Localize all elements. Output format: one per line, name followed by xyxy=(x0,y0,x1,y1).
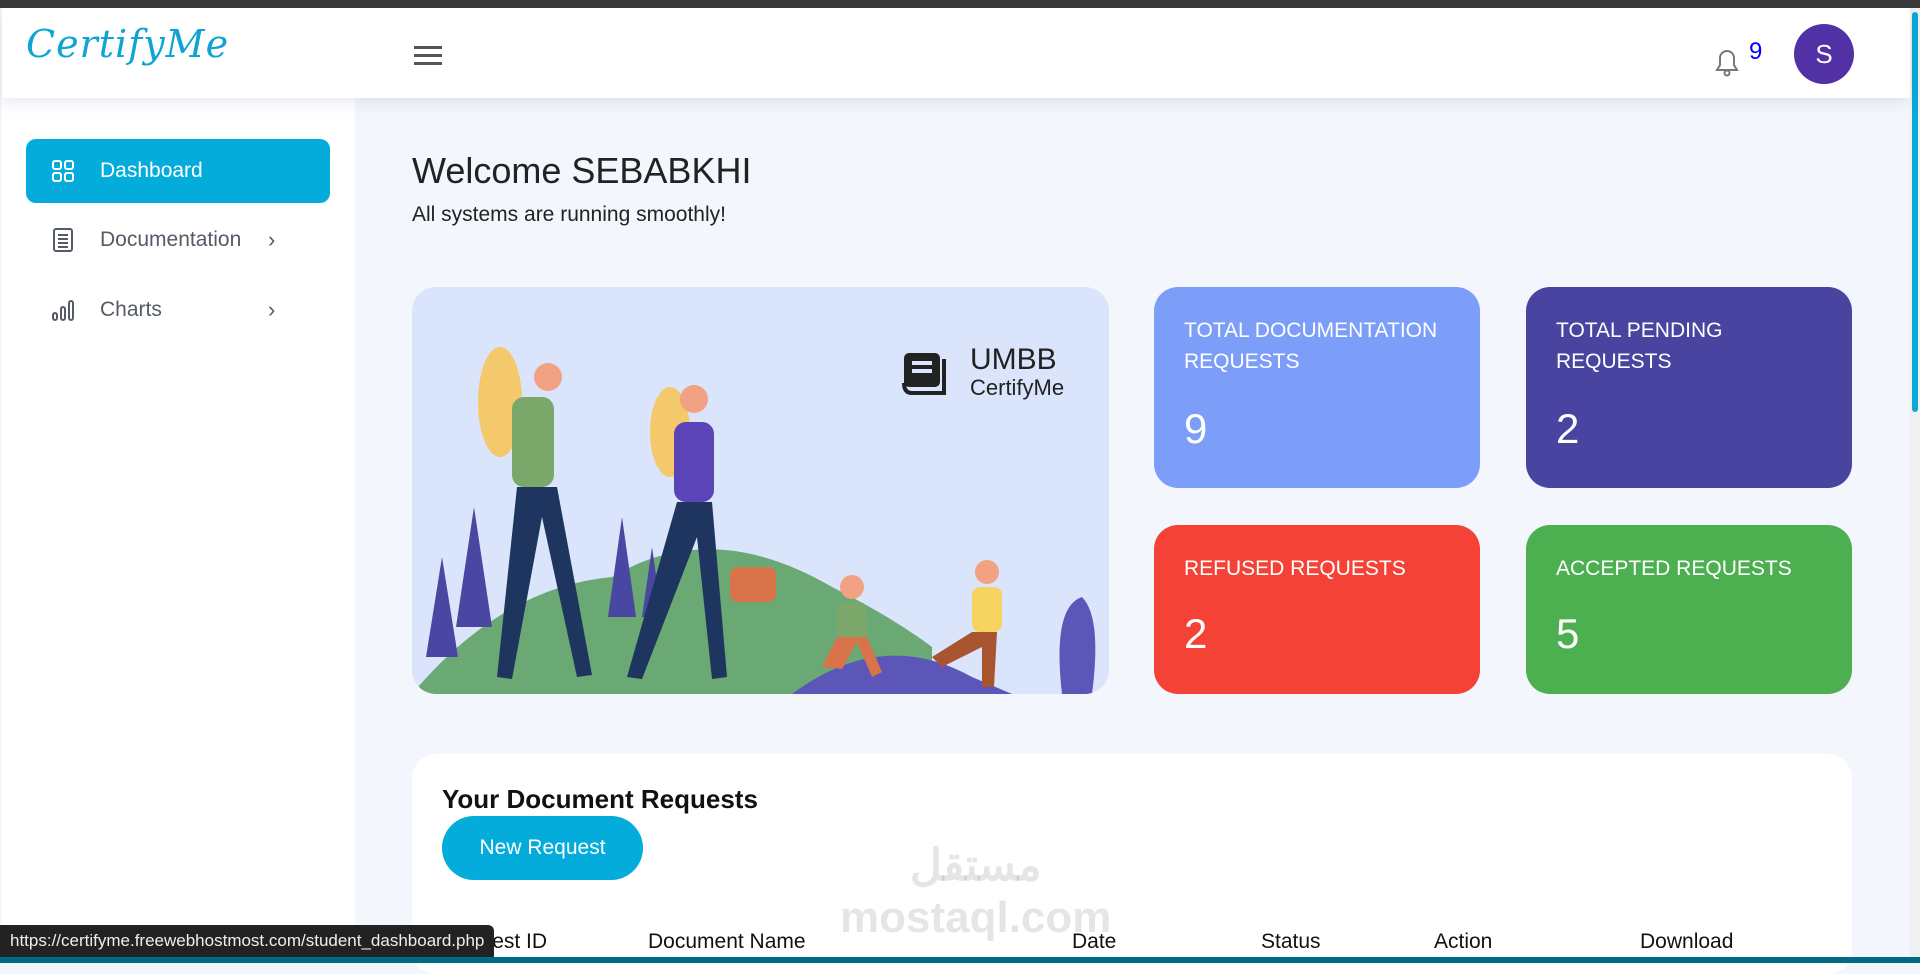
book-icon xyxy=(902,353,946,395)
stat-card-refused-requests[interactable]: REFUSED REQUESTS 2 xyxy=(1154,525,1480,694)
sidebar-item-label: Documentation xyxy=(100,228,242,251)
banner-brand-title: UMBB xyxy=(970,343,1057,376)
sidebar-item-dashboard[interactable]: Dashboard xyxy=(26,139,330,203)
chevron-right-icon: › xyxy=(268,297,276,322)
welcome-banner: UMBB CertifyMe xyxy=(412,287,1109,694)
stat-card-total-requests[interactable]: TOTAL DOCUMENTATION REQUESTS 9 xyxy=(1154,287,1480,488)
logo[interactable]: CertifyMe xyxy=(26,22,229,66)
bell-icon[interactable] xyxy=(1712,46,1742,78)
chevron-right-icon: › xyxy=(268,227,276,252)
sidebar-item-label: Charts xyxy=(100,298,162,321)
stat-value: 2 xyxy=(1556,405,1580,452)
stat-value: 2 xyxy=(1184,610,1208,657)
document-icon xyxy=(50,227,76,253)
column-header-status[interactable]: Status xyxy=(1261,930,1321,954)
page-title: Welcome SEBABKHI xyxy=(412,150,752,191)
section-title: Your Document Requests xyxy=(442,784,758,814)
column-header-document-name[interactable]: Document Name xyxy=(648,930,806,954)
link-status-tooltip: https://certifyme.freewebhostmost.com/st… xyxy=(0,925,495,957)
bar-chart-icon xyxy=(50,299,76,321)
header: CertifyMe 9 S xyxy=(2,8,1910,98)
menu-toggle-button[interactable] xyxy=(414,46,442,66)
stat-card-pending-requests[interactable]: TOTAL PENDING REQUESTS 2 xyxy=(1526,287,1852,488)
sidebar: Dashboard Documentation › Charts › xyxy=(2,98,355,963)
new-request-button[interactable]: New Request xyxy=(442,816,643,880)
scrollbar[interactable] xyxy=(1910,8,1920,963)
page-subtitle: All systems are running smoothly! xyxy=(412,203,726,226)
bottom-bar xyxy=(0,957,1920,963)
stat-label: TOTAL DOCUMENTATION REQUESTS xyxy=(1184,319,1438,373)
column-header-download[interactable]: Download xyxy=(1640,930,1733,954)
banner-brand: UMBB CertifyMe xyxy=(900,345,1064,401)
document-requests-panel: Your Document Requests New Request Reque… xyxy=(412,754,1852,974)
watermark: مستقل mostaql.com xyxy=(840,841,1112,942)
stat-value: 9 xyxy=(1184,405,1208,452)
grid-icon xyxy=(50,159,76,183)
banner-brand-subtitle: CertifyMe xyxy=(970,375,1065,400)
sidebar-item-charts[interactable]: Charts › xyxy=(26,278,330,342)
column-header-action[interactable]: Action xyxy=(1434,930,1492,954)
stat-label: ACCEPTED REQUESTS xyxy=(1556,557,1792,580)
window-top-bar xyxy=(0,0,1920,8)
notification-count[interactable]: 9 xyxy=(1749,38,1762,66)
stat-card-accepted-requests[interactable]: ACCEPTED REQUESTS 5 xyxy=(1526,525,1852,694)
stat-label: REFUSED REQUESTS xyxy=(1184,557,1406,580)
stat-value: 5 xyxy=(1556,610,1580,657)
sidebar-item-label: Dashboard xyxy=(100,159,203,182)
avatar[interactable]: S xyxy=(1794,24,1854,84)
sidebar-item-documentation[interactable]: Documentation › xyxy=(26,208,330,272)
stat-label: TOTAL PENDING REQUESTS xyxy=(1556,319,1723,373)
